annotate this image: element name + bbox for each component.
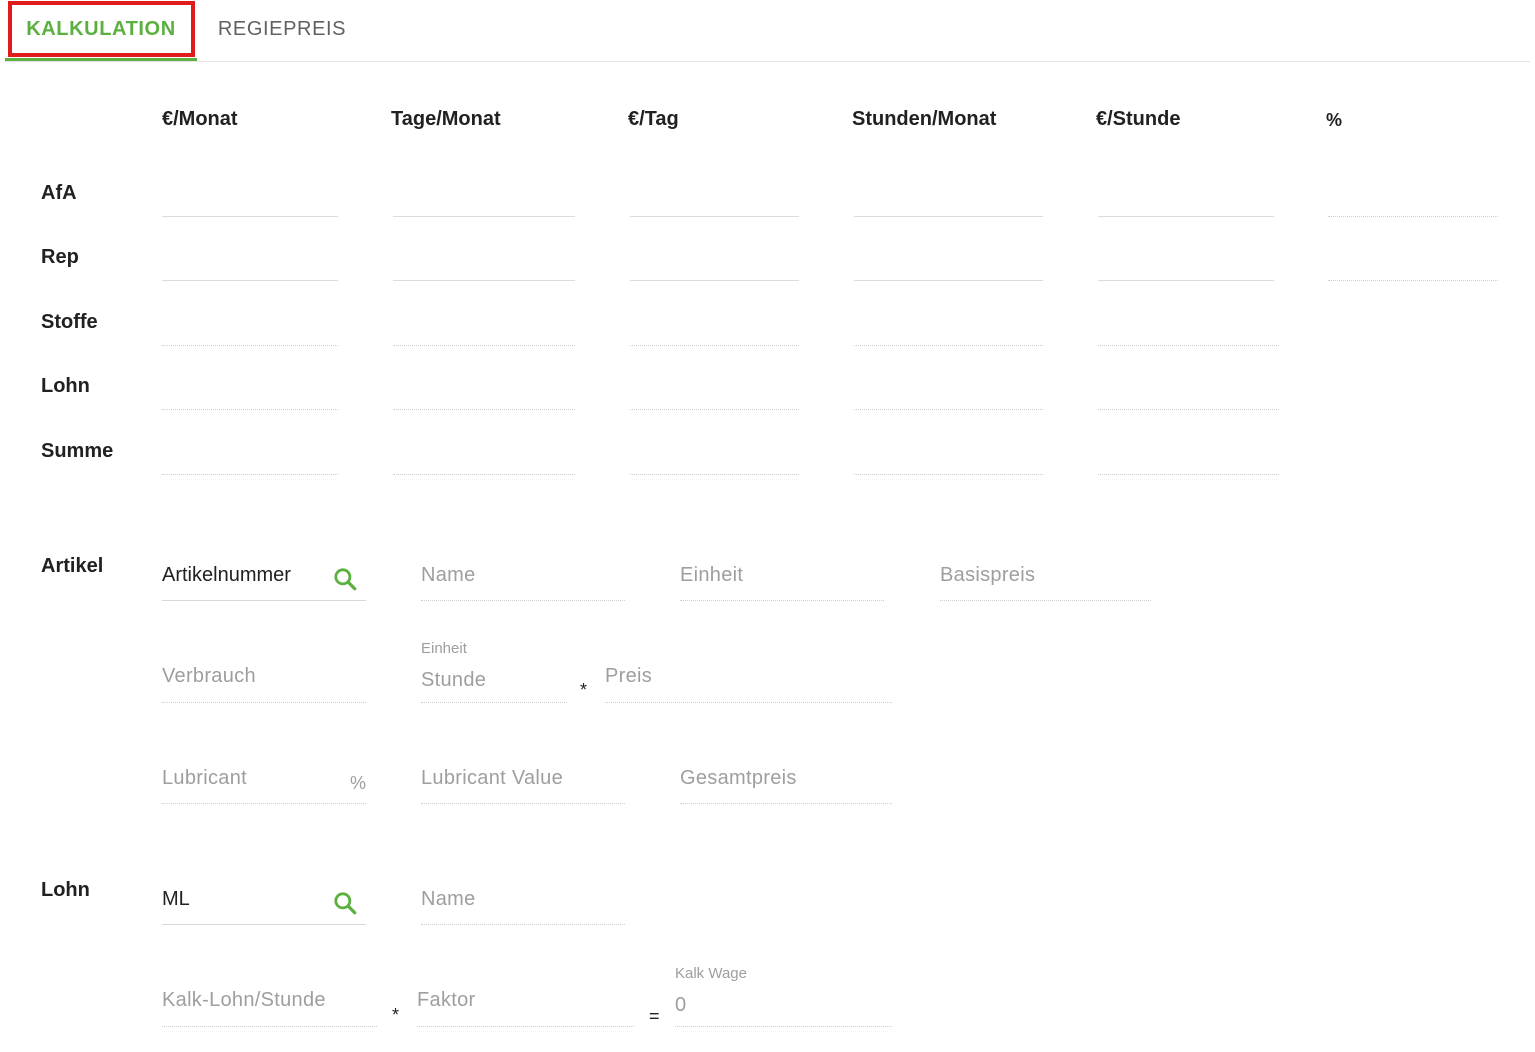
lubricant-placeholder: Lubricant xyxy=(162,767,247,789)
lubricant-value-placeholder: Lubricant Value xyxy=(421,767,563,789)
column-header-eur-monat: €/Monat xyxy=(162,108,238,130)
lubricant-field[interactable]: Lubricant % xyxy=(162,761,366,804)
artikel-einheit-underline xyxy=(680,600,884,601)
section-label-artikel: Artikel xyxy=(41,555,104,577)
lohn-eur-tag-field xyxy=(630,409,799,410)
einheit-floating-label: Einheit xyxy=(421,640,467,657)
row-label-afa: AfA xyxy=(41,182,77,204)
kalk-wage-field: Kalk Wage 0 xyxy=(675,963,892,1027)
lubricant-value-underline xyxy=(421,803,625,804)
rep-stunden-monat-field[interactable] xyxy=(854,280,1043,281)
artikel-basispreis-underline xyxy=(940,600,1151,601)
afa-percent-field[interactable] xyxy=(1328,216,1498,217)
artikel-name-underline xyxy=(421,600,625,601)
row-label-stoffe: Stoffe xyxy=(41,311,98,333)
einheit-select[interactable]: Einheit Stunde xyxy=(421,638,567,703)
rep-tage-monat-field[interactable] xyxy=(393,280,575,281)
row-label-summe: Summe xyxy=(41,440,114,462)
verbrauch-field[interactable]: Verbrauch xyxy=(162,660,366,703)
percent-suffix: % xyxy=(349,773,366,793)
search-icon[interactable] xyxy=(332,890,358,916)
lohn-multiply-operator: * xyxy=(392,1005,400,1025)
afa-eur-monat-field[interactable] xyxy=(162,216,338,217)
einheit-value: Stunde xyxy=(421,669,487,691)
column-header-eur-stunde: €/Stunde xyxy=(1096,108,1181,130)
verbrauch-underline xyxy=(162,702,366,703)
stoffe-stunden-monat-field xyxy=(854,345,1043,346)
row-label-rep: Rep xyxy=(41,246,79,268)
rep-eur-tag-field[interactable] xyxy=(630,280,799,281)
column-header-tage-monat: Tage/Monat xyxy=(391,108,501,130)
gesamtpreis-placeholder: Gesamtpreis xyxy=(680,767,797,789)
section-label-lohn: Lohn xyxy=(41,879,90,901)
lohn-name-underline xyxy=(421,924,625,925)
lohn-name-field[interactable]: Name xyxy=(421,882,625,925)
rep-eur-stunde-field[interactable] xyxy=(1098,280,1274,281)
gesamtpreis-field[interactable]: Gesamtpreis xyxy=(680,761,892,804)
artikel-name-placeholder: Name xyxy=(421,564,476,586)
multiply-operator: * xyxy=(580,680,588,700)
gesamtpreis-underline xyxy=(680,803,892,804)
column-header-eur-tag: €/Tag xyxy=(628,108,679,130)
lohn-name-placeholder: Name xyxy=(421,888,476,910)
summe-eur-monat-field xyxy=(162,474,338,475)
verbrauch-placeholder: Verbrauch xyxy=(162,665,256,687)
stoffe-tage-monat-field xyxy=(393,345,575,346)
lohn-code-underline xyxy=(162,924,366,925)
highlight-box xyxy=(8,1,195,57)
rep-percent-field[interactable] xyxy=(1328,280,1498,281)
kalk-wage-floating-label: Kalk Wage xyxy=(675,965,747,982)
summe-eur-tag-field xyxy=(630,474,799,475)
summe-stunden-monat-field xyxy=(854,474,1043,475)
preis-underline xyxy=(605,702,892,703)
afa-tage-monat-field[interactable] xyxy=(393,216,575,217)
faktor-placeholder: Faktor xyxy=(417,989,476,1011)
tab-bar-divider xyxy=(5,61,1530,62)
artikel-basispreis-placeholder: Basispreis xyxy=(940,564,1036,586)
search-icon[interactable] xyxy=(332,566,358,592)
kalk-lohn-stunde-underline xyxy=(162,1026,377,1027)
afa-stunden-monat-field[interactable] xyxy=(854,216,1043,217)
artikelnummer-value: Artikelnummer xyxy=(162,564,291,586)
stoffe-eur-monat-field xyxy=(162,345,338,346)
lubricant-underline xyxy=(162,803,366,804)
artikel-einheit-placeholder: Einheit xyxy=(680,564,744,586)
lohn-eur-stunde-field xyxy=(1098,409,1279,410)
rep-eur-monat-field[interactable] xyxy=(162,280,338,281)
stoffe-eur-stunde-field xyxy=(1098,345,1279,346)
faktor-underline xyxy=(417,1026,634,1027)
lohn-stunden-monat-field xyxy=(854,409,1043,410)
einheit-underline xyxy=(421,702,567,703)
afa-eur-tag-field[interactable] xyxy=(630,216,799,217)
lubricant-value-field[interactable]: Lubricant Value xyxy=(421,761,625,804)
lohn-eur-monat-field xyxy=(162,409,338,410)
kalk-wage-value: 0 xyxy=(675,994,687,1016)
column-header-percent: % xyxy=(1326,110,1343,130)
afa-eur-stunde-field[interactable] xyxy=(1098,216,1274,217)
artikelnummer-underline xyxy=(162,600,366,601)
kalk-wage-underline xyxy=(675,1026,892,1027)
preis-placeholder: Preis xyxy=(605,665,653,687)
summe-eur-stunde-field xyxy=(1098,474,1279,475)
kalk-lohn-stunde-placeholder: Kalk-Lohn/Stunde xyxy=(162,989,326,1011)
preis-field[interactable]: Preis xyxy=(605,660,892,703)
stoffe-eur-tag-field xyxy=(630,345,799,346)
column-header-stunden-monat: Stunden/Monat xyxy=(852,108,997,130)
artikel-name-field[interactable]: Name xyxy=(421,558,625,601)
artikel-basispreis-field[interactable]: Basispreis xyxy=(940,558,1151,601)
artikel-einheit-field[interactable]: Einheit xyxy=(680,558,884,601)
kalk-lohn-stunde-field[interactable]: Kalk-Lohn/Stunde xyxy=(162,984,377,1027)
summe-tage-monat-field xyxy=(393,474,575,475)
row-label-lohn: Lohn xyxy=(41,375,90,397)
equals-operator: = xyxy=(649,1006,660,1026)
lohn-code-value: ML xyxy=(162,888,190,910)
faktor-field[interactable]: Faktor xyxy=(417,984,634,1027)
lohn-tage-monat-field xyxy=(393,409,575,410)
tab-regiepreis[interactable]: REGIEPREIS xyxy=(197,0,367,58)
